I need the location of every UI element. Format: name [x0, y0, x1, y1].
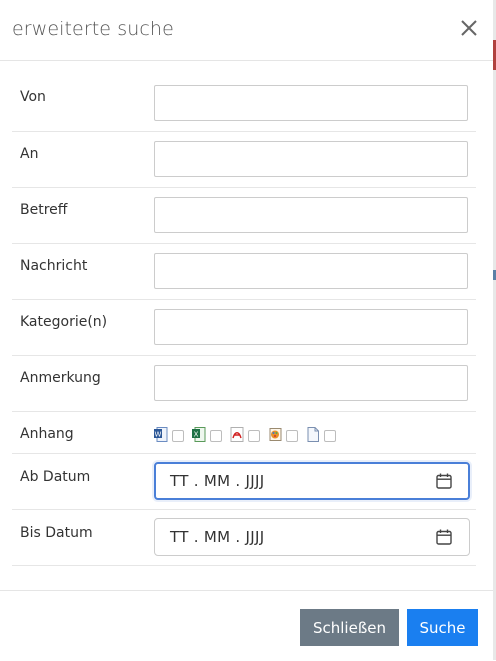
- bis-datum-placeholder: TT . MM . JJJJ: [170, 528, 265, 546]
- close-button[interactable]: Schließen: [300, 609, 399, 646]
- kategorie-label: Kategorie(n): [20, 314, 108, 330]
- nachricht-label: Nachricht: [20, 258, 88, 274]
- image-file-icon: [269, 427, 282, 441]
- form-row-anhang: Anhang W X: [12, 412, 476, 454]
- dialog-footer: Schließen Suche: [0, 590, 493, 661]
- form-row-anmerkung: Anmerkung: [12, 356, 476, 412]
- attachment-type-filters: W X: [154, 425, 344, 443]
- pdf-file-icon: [230, 426, 244, 442]
- nachricht-input[interactable]: [154, 253, 468, 289]
- dialog-title: erweiterte suche: [12, 18, 174, 40]
- bis-datum-input[interactable]: TT . MM . JJJJ: [154, 518, 470, 556]
- anmerkung-input[interactable]: [154, 365, 468, 401]
- other-filter-checkbox[interactable]: [324, 429, 336, 442]
- ab-datum-placeholder: TT . MM . JJJJ: [170, 472, 265, 490]
- form-row-von: Von: [12, 76, 476, 132]
- betreff-label: Betreff: [20, 202, 68, 218]
- svg-text:X: X: [194, 430, 199, 438]
- form-row-bis-datum: Bis Datum TT . MM . JJJJ: [12, 510, 476, 566]
- form-row-an: An: [12, 132, 476, 188]
- ab-datum-input[interactable]: TT . MM . JJJJ: [154, 462, 470, 500]
- excel-file-icon: X: [192, 426, 206, 442]
- kategorie-input[interactable]: [154, 309, 468, 345]
- close-icon[interactable]: [455, 14, 483, 42]
- calendar-icon[interactable]: [435, 528, 453, 546]
- generic-file-icon: [307, 426, 319, 442]
- form-row-betreff: Betreff: [12, 188, 476, 244]
- ab-datum-label: Ab Datum: [20, 469, 91, 485]
- von-label: Von: [20, 89, 46, 105]
- excel-filter-checkbox[interactable]: [210, 429, 222, 442]
- word-file-icon: W: [154, 426, 168, 442]
- advanced-search-dialog: erweiterte suche Von An Betreff Nachrich…: [0, 0, 493, 660]
- word-filter-checkbox[interactable]: [172, 429, 184, 442]
- an-input[interactable]: [154, 141, 468, 177]
- anmerkung-label: Anmerkung: [20, 370, 101, 386]
- betreff-input[interactable]: [154, 197, 468, 233]
- search-form: Von An Betreff Nachricht Kategorie(n) An…: [12, 76, 476, 566]
- pdf-filter-checkbox[interactable]: [248, 429, 260, 442]
- form-row-nachricht: Nachricht: [12, 244, 476, 300]
- svg-text:W: W: [155, 430, 162, 438]
- search-button[interactable]: Suche: [407, 609, 478, 646]
- form-row-kategorie: Kategorie(n): [12, 300, 476, 356]
- bis-datum-label: Bis Datum: [20, 525, 93, 541]
- image-filter-checkbox[interactable]: [286, 429, 298, 442]
- anhang-label: Anhang: [20, 426, 74, 442]
- dialog-header: erweiterte suche: [0, 0, 493, 61]
- an-label: An: [20, 146, 39, 162]
- form-row-ab-datum: Ab Datum TT . MM . JJJJ: [12, 454, 476, 510]
- von-input[interactable]: [154, 85, 468, 121]
- calendar-icon[interactable]: [435, 472, 453, 490]
